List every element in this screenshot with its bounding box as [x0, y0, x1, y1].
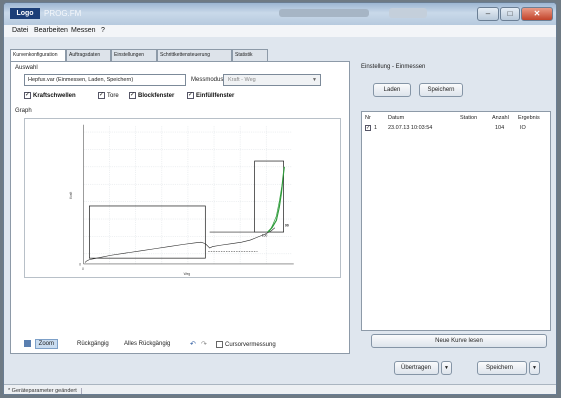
close-icon: ✕: [533, 9, 541, 18]
x-axis-label: Weg: [184, 272, 191, 276]
new-curve-button[interactable]: Neue Kurve lesen: [371, 334, 547, 348]
col-header-count: Anzahl: [492, 115, 509, 121]
status-bar: * Geräteparameter geändert: [4, 384, 556, 394]
store-dropdown[interactable]: ▼: [529, 361, 540, 375]
save-button[interactable]: Speichern: [419, 83, 463, 97]
cursor-measure-button[interactable]: Cursorvermessung: [216, 341, 276, 348]
menu-messen[interactable]: Messen: [71, 27, 96, 34]
undo-all-button[interactable]: Alles Rückgängig: [124, 341, 170, 347]
chevron-down-icon: ▼: [444, 365, 449, 371]
app-window: Logo PROG.FM – □ ✕ Datei Bearbeiten Mess…: [3, 2, 557, 395]
selection-label: Auswahl: [15, 65, 38, 71]
title-blur: [279, 9, 369, 17]
x-tick: 0: [82, 267, 84, 271]
tab-auftragsdaten[interactable]: Auftragsdaten: [66, 49, 111, 61]
zoom-label: Zoom: [34, 339, 59, 349]
minimize-button[interactable]: –: [477, 7, 499, 21]
col-header-station: Station: [460, 115, 478, 121]
mode-value: Kraft - Weg: [228, 77, 256, 83]
col-header-date: Datum: [388, 115, 405, 121]
kraftschwellen-checkbox[interactable]: ✓: [24, 92, 31, 99]
row-checkbox[interactable]: ✓: [365, 125, 371, 131]
einfuellfenster-label: Einfüllfenster: [196, 93, 235, 99]
chevron-down-icon: ▼: [312, 77, 317, 83]
graph-grid: [83, 126, 293, 264]
status-text: * Geräteparameter geändert: [8, 388, 82, 394]
tab-statistik[interactable]: Statistik: [232, 49, 268, 61]
mode-label: Messmodus: [191, 77, 224, 83]
curve-file-value: Hepfux.var (Einmessen, Laden, Speichern): [28, 77, 134, 83]
menu-bearbeiten[interactable]: Bearbeiten: [34, 27, 68, 34]
curve-file-combo[interactable]: Hepfux.var (Einmessen, Laden, Speichern): [24, 74, 186, 86]
transfer-dropdown[interactable]: ▼: [441, 361, 452, 375]
row-date: 23.07.13 10:03:54: [388, 125, 433, 131]
fill-window: [254, 160, 284, 233]
title-blur-2: [389, 8, 427, 18]
mode-select[interactable]: Kraft - Weg ▼: [223, 74, 321, 86]
minimize-icon: –: [485, 9, 491, 18]
tab-einstellungen[interactable]: Einstellungen: [111, 49, 157, 61]
graph-label: Graph: [15, 108, 32, 114]
transfer-button[interactable]: Übertragen: [394, 361, 439, 375]
right-panel: Einstellung - Einmessen Laden Speichern …: [357, 61, 555, 354]
annotation-value-b: 90: [285, 223, 289, 227]
close-button[interactable]: ✕: [521, 7, 553, 21]
store-button[interactable]: Speichern: [477, 361, 527, 375]
row-count: 104: [495, 125, 505, 131]
maximize-icon: □: [507, 9, 513, 18]
store-label: Speichern: [486, 365, 514, 371]
annotation-value-a: 100: [262, 233, 268, 237]
zoom-icon: [24, 339, 31, 347]
blockfenster-checkbox[interactable]: ✓: [129, 92, 136, 99]
zoom-button[interactable]: Zoom: [24, 339, 59, 349]
chevron-down-icon: ▼: [532, 365, 537, 371]
kraftschwellen-label: Kraftschwellen: [33, 93, 76, 99]
col-header-nr: Nr: [365, 115, 371, 121]
maximize-button[interactable]: □: [500, 7, 520, 21]
tore-checkbox[interactable]: ✓: [98, 92, 105, 99]
app-logo: Logo: [10, 8, 40, 19]
curve-green: [267, 166, 285, 233]
curve-black: [84, 227, 276, 263]
load-button[interactable]: Laden: [373, 83, 411, 97]
undo-button[interactable]: Rückgängig: [77, 341, 109, 347]
y-tick: 0: [79, 262, 81, 266]
cursor-checkbox-icon: [216, 341, 223, 348]
cursor-measure-label: Cursorvermessung: [225, 342, 276, 349]
menu-help[interactable]: ?: [101, 27, 105, 34]
curve-config-panel: Auswahl Hepfux.var (Einmessen, Laden, Sp…: [10, 61, 350, 354]
blockfenster-label: Blockfenster: [138, 93, 175, 99]
menu-bar: Datei Bearbeiten Messen ?: [4, 25, 556, 37]
y-axis-label: Kraft: [69, 192, 73, 199]
curve-green-2: [268, 184, 283, 233]
curve-list: Nr Datum Station Anzahl Ergebnis ✓ 1 23.…: [361, 111, 551, 331]
menu-datei[interactable]: Datei: [12, 27, 28, 34]
row-nr: 1: [374, 125, 378, 131]
einfuellfenster-checkbox[interactable]: ✓: [187, 92, 194, 99]
title-bar: Logo PROG.FM – □ ✕: [4, 3, 556, 25]
transfer-label: Übertragen: [401, 365, 432, 371]
undo-icon[interactable]: ↶: [190, 340, 196, 348]
table-row[interactable]: ✓ 1 23.07.13 10:03:54 104 IO: [363, 124, 549, 133]
force-path-graph[interactable]: 0 Kraft 0 Weg 100 90: [24, 118, 341, 278]
redo-icon[interactable]: ↷: [201, 340, 207, 348]
col-header-result: Ergebnis: [518, 115, 540, 121]
tab-schrittkettensteuerung[interactable]: Schrittkettensteuerung: [157, 49, 232, 61]
saving-label: Einstellung - Einmessen: [361, 64, 426, 70]
window-title: PROG.FM: [44, 9, 82, 18]
row-result: IO: [520, 125, 526, 131]
tore-label: Tore: [107, 93, 119, 99]
